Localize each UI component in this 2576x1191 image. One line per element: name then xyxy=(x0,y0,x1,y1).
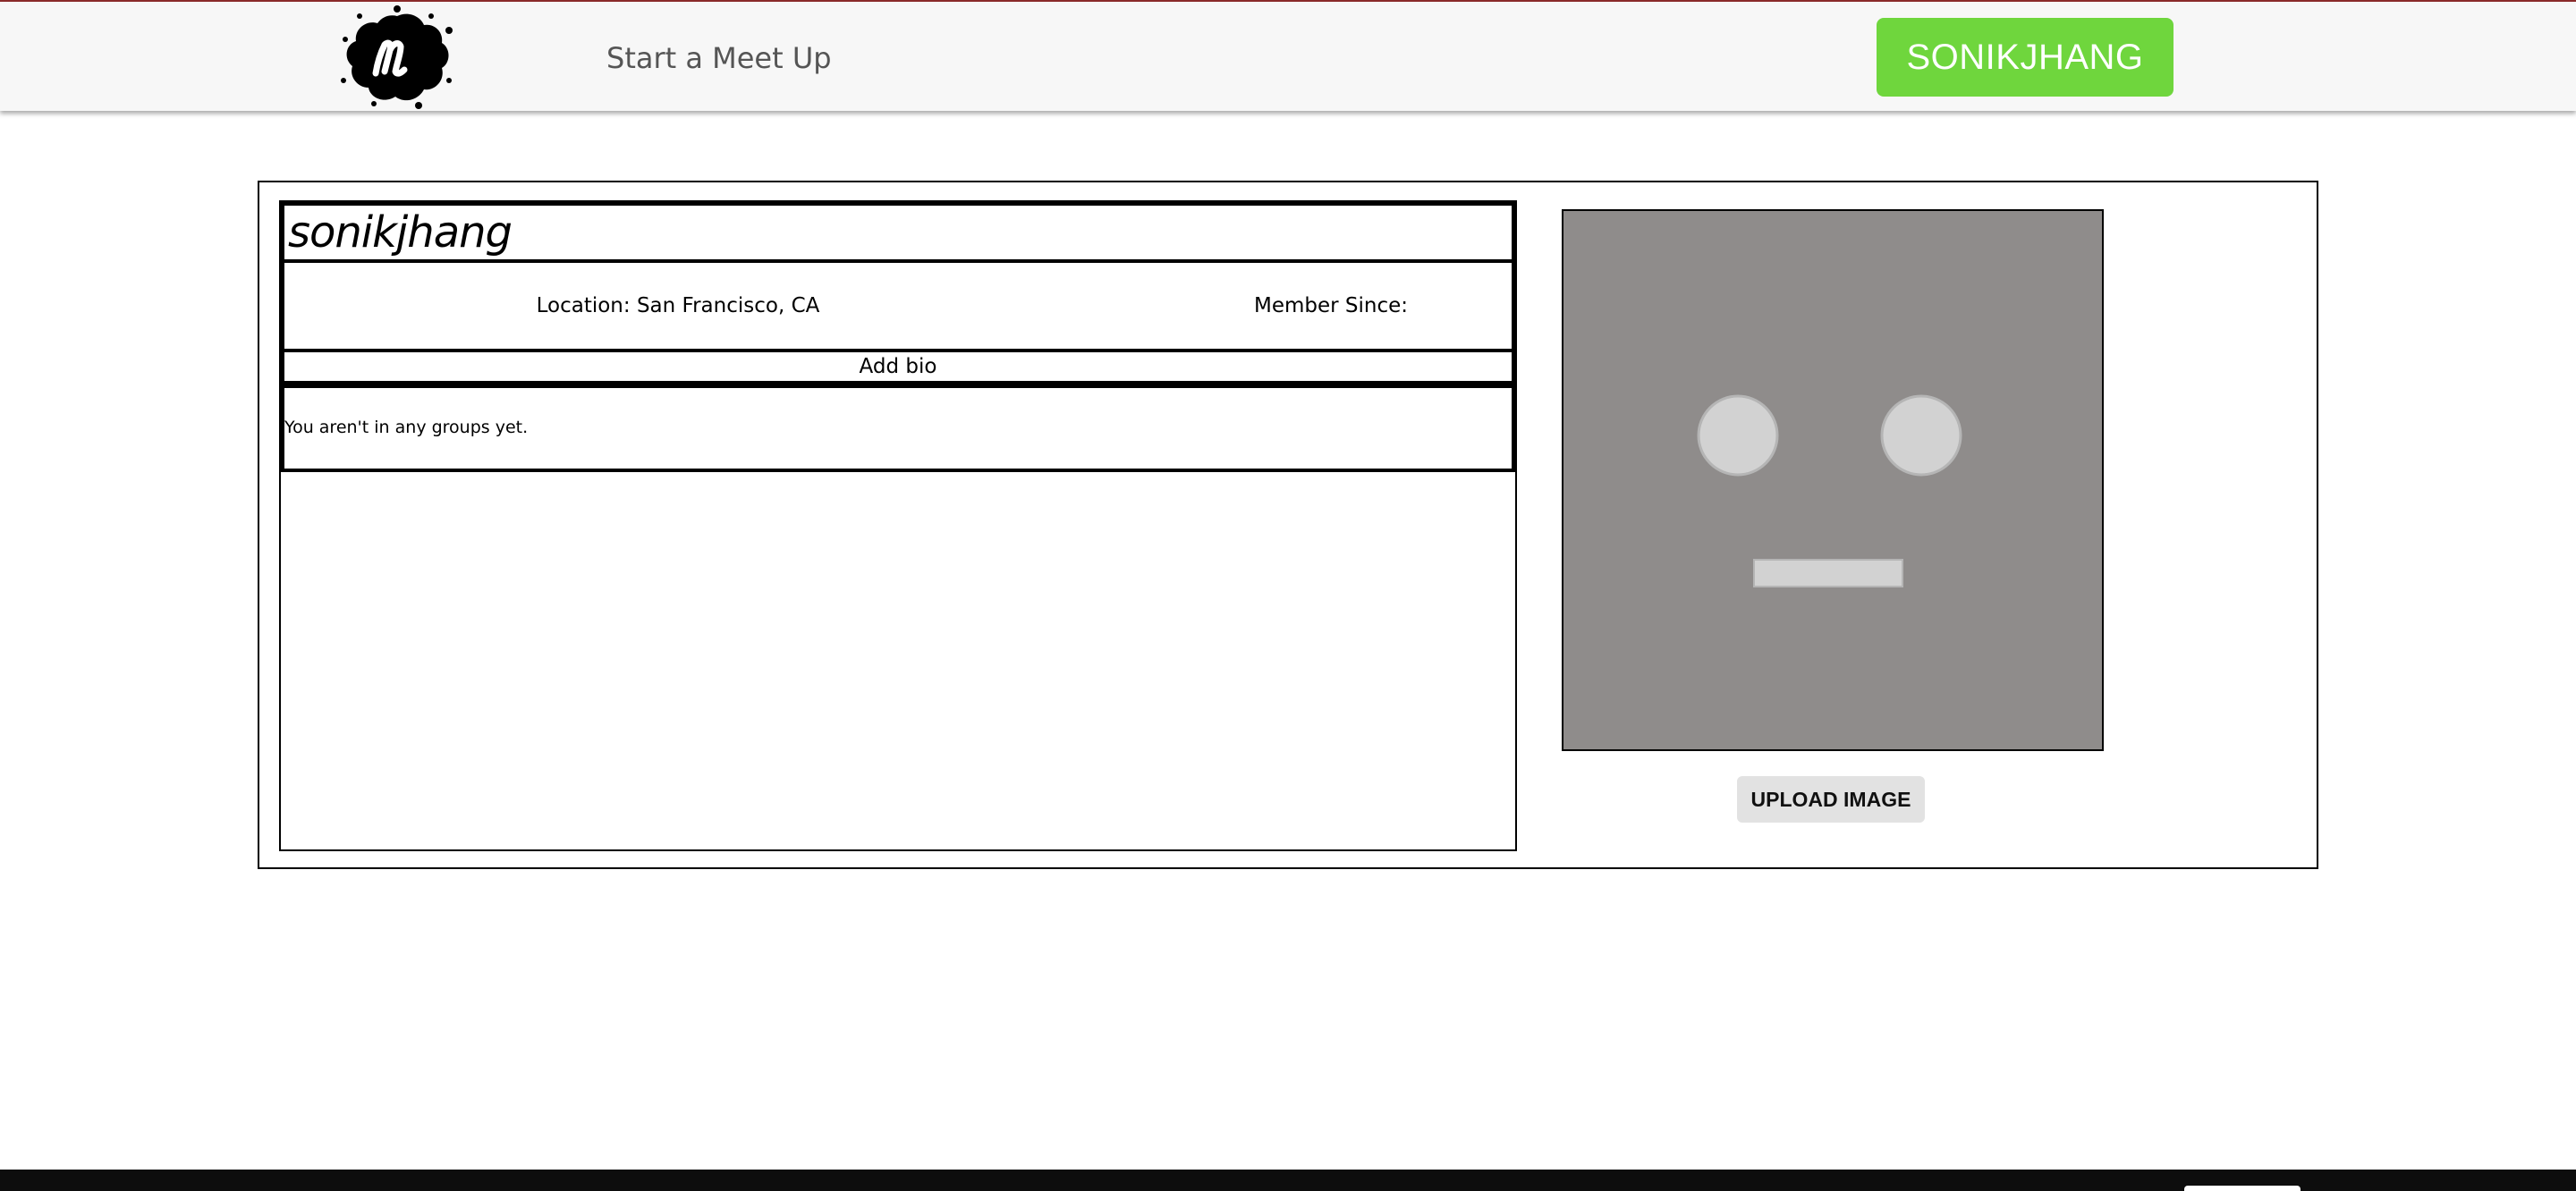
top-nav-bar: Start a Meet Up SONIKJHANG xyxy=(0,0,2576,111)
profile-member-since: Member Since: xyxy=(1253,294,1409,317)
footer-tab xyxy=(2184,1186,2301,1191)
start-a-meetup-link[interactable]: Start a Meet Up xyxy=(606,36,832,80)
add-bio-button[interactable]: Add bio xyxy=(281,352,1515,384)
upload-image-button[interactable]: UPLOAD IMAGE xyxy=(1737,776,1925,823)
profile-card: sonikjhang Location: San Francisco, CA M… xyxy=(258,181,2318,869)
profile-info-row: Location: San Francisco, CA Member Since… xyxy=(281,263,1515,352)
page: Start a Meet Up SONIKJHANG sonikjhang Lo… xyxy=(0,0,2576,1191)
profile-username: sonikjhang xyxy=(281,202,1515,263)
profile-location: Location: San Francisco, CA xyxy=(536,294,820,317)
default-avatar-face-icon xyxy=(1562,209,2104,751)
user-menu-button[interactable]: SONIKJHANG xyxy=(1877,18,2174,97)
meetup-logo-icon[interactable] xyxy=(338,4,456,111)
profile-details-panel: sonikjhang Location: San Francisco, CA M… xyxy=(279,200,1517,851)
groups-list-empty-message: You aren't in any groups yet. xyxy=(281,384,1515,472)
page-footer xyxy=(0,1170,2576,1191)
